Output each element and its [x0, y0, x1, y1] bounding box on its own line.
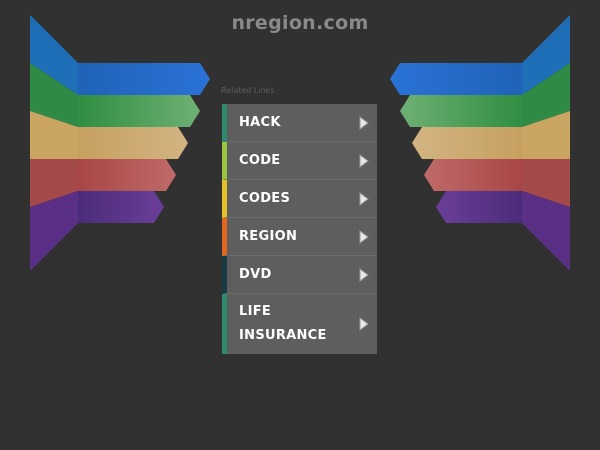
link-label: CODES — [239, 190, 291, 206]
link-label: REGION — [239, 228, 298, 244]
link-region[interactable]: REGION — [222, 218, 377, 256]
link-life-insurance[interactable]: LIFE INSURANCE — [222, 294, 377, 354]
triangle-right-icon — [359, 267, 369, 282]
link-label: HACK — [239, 114, 281, 130]
link-dvd[interactable]: DVD — [222, 256, 377, 294]
triangle-right-icon — [359, 317, 369, 331]
triangle-right-icon — [359, 229, 369, 244]
right-wing-decoration — [390, 15, 570, 271]
link-code[interactable]: CODE — [222, 142, 377, 180]
triangle-right-icon — [359, 115, 369, 130]
link-hack[interactable]: HACK — [222, 104, 377, 142]
link-label: DVD — [239, 266, 272, 282]
related-links-heading: Related Links — [221, 86, 275, 95]
triangle-right-icon — [359, 191, 369, 206]
left-wing-decoration — [30, 15, 210, 271]
triangle-right-icon — [359, 153, 369, 168]
link-label: LIFE INSURANCE — [239, 304, 327, 343]
related-links-menu: HACK CODE CODES REGION DVD LIFE INSURANC… — [222, 104, 377, 354]
link-codes[interactable]: CODES — [222, 180, 377, 218]
link-label: CODE — [239, 152, 281, 168]
